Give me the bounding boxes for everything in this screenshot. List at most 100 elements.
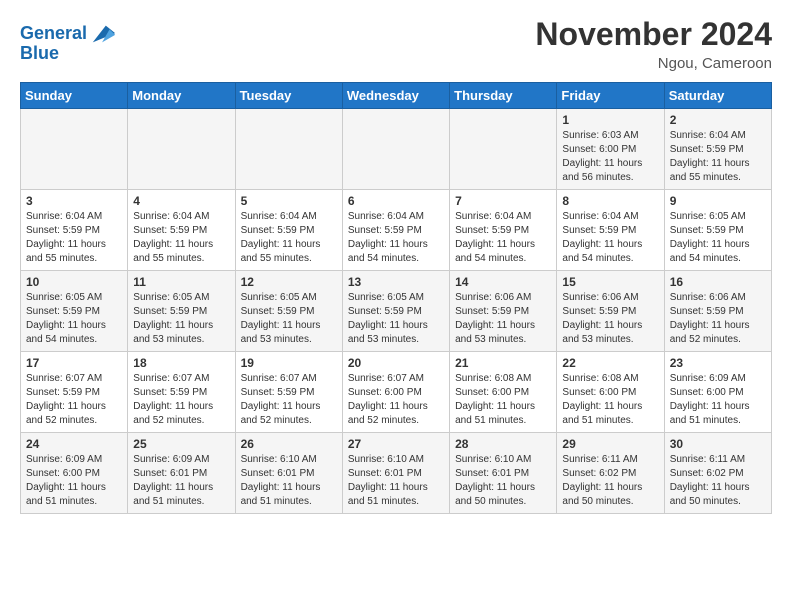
day-number: 23 <box>670 356 766 370</box>
calendar-cell: 13 Sunrise: 6:05 AM Sunset: 5:59 PM Dayli… <box>342 271 449 352</box>
day-number: 16 <box>670 275 766 289</box>
day-info: Sunrise: 6:05 AM Sunset: 5:59 PM Dayligh… <box>133 291 229 347</box>
day-number: 27 <box>348 437 444 451</box>
calendar-cell: 27 Sunrise: 6:10 AM Sunset: 6:01 PM Dayli… <box>342 433 449 514</box>
day-number: 1 <box>562 113 658 127</box>
day-info: Sunrise: 6:07 AM Sunset: 6:00 PM Dayligh… <box>348 372 444 428</box>
logo: General Blue <box>20 20 117 64</box>
day-info: Sunrise: 6:05 AM Sunset: 5:59 PM Dayligh… <box>241 291 337 347</box>
day-info: Sunrise: 6:11 AM Sunset: 6:02 PM Dayligh… <box>670 453 766 509</box>
day-info: Sunrise: 6:06 AM Sunset: 5:59 PM Dayligh… <box>670 291 766 347</box>
week-row-4: 17 Sunrise: 6:07 AM Sunset: 5:59 PM Dayli… <box>21 352 772 433</box>
day-number: 3 <box>26 194 122 208</box>
day-number: 9 <box>670 194 766 208</box>
day-info: Sunrise: 6:10 AM Sunset: 6:01 PM Dayligh… <box>348 453 444 509</box>
day-info: Sunrise: 6:09 AM Sunset: 6:00 PM Dayligh… <box>26 453 122 509</box>
month-title: November 2024 <box>535 16 772 53</box>
weekday-header-wednesday: Wednesday <box>342 83 449 109</box>
calendar-cell: 22 Sunrise: 6:08 AM Sunset: 6:00 PM Dayli… <box>557 352 664 433</box>
day-number: 12 <box>241 275 337 289</box>
calendar-table: SundayMondayTuesdayWednesdayThursdayFrid… <box>20 82 772 514</box>
day-number: 15 <box>562 275 658 289</box>
day-info: Sunrise: 6:04 AM Sunset: 5:59 PM Dayligh… <box>562 210 658 266</box>
day-info: Sunrise: 6:04 AM Sunset: 5:59 PM Dayligh… <box>670 129 766 185</box>
header: General Blue November 2024 Ngou, Cameroo… <box>20 16 772 72</box>
calendar-cell: 16 Sunrise: 6:06 AM Sunset: 5:59 PM Dayli… <box>664 271 771 352</box>
logo-text: General <box>20 24 87 44</box>
day-number: 28 <box>455 437 551 451</box>
day-info: Sunrise: 6:04 AM Sunset: 5:59 PM Dayligh… <box>241 210 337 266</box>
calendar-cell: 12 Sunrise: 6:05 AM Sunset: 5:59 PM Dayli… <box>235 271 342 352</box>
day-number: 21 <box>455 356 551 370</box>
weekday-header-row: SundayMondayTuesdayWednesdayThursdayFrid… <box>21 83 772 109</box>
day-number: 22 <box>562 356 658 370</box>
day-info: Sunrise: 6:03 AM Sunset: 6:00 PM Dayligh… <box>562 129 658 185</box>
calendar-cell <box>342 109 449 190</box>
calendar-cell: 4 Sunrise: 6:04 AM Sunset: 5:59 PM Daylig… <box>128 190 235 271</box>
calendar-cell: 2Sunrise: 6:04 AM Sunset: 5:59 PM Daylig… <box>664 109 771 190</box>
calendar-cell: 20 Sunrise: 6:07 AM Sunset: 6:00 PM Dayli… <box>342 352 449 433</box>
calendar-cell <box>450 109 557 190</box>
day-number: 26 <box>241 437 337 451</box>
day-info: Sunrise: 6:08 AM Sunset: 6:00 PM Dayligh… <box>562 372 658 428</box>
day-number: 13 <box>348 275 444 289</box>
calendar-cell: 24 Sunrise: 6:09 AM Sunset: 6:00 PM Dayli… <box>21 433 128 514</box>
day-number: 7 <box>455 194 551 208</box>
calendar-cell: 11 Sunrise: 6:05 AM Sunset: 5:59 PM Dayli… <box>128 271 235 352</box>
day-info: Sunrise: 6:05 AM Sunset: 5:59 PM Dayligh… <box>348 291 444 347</box>
day-number: 5 <box>241 194 337 208</box>
calendar-cell: 3 Sunrise: 6:04 AM Sunset: 5:59 PM Daylig… <box>21 190 128 271</box>
day-number: 30 <box>670 437 766 451</box>
calendar-cell: 15 Sunrise: 6:06 AM Sunset: 5:59 PM Dayli… <box>557 271 664 352</box>
calendar-cell <box>128 109 235 190</box>
calendar-cell: 8Sunrise: 6:04 AM Sunset: 5:59 PM Daylig… <box>557 190 664 271</box>
day-info: Sunrise: 6:11 AM Sunset: 6:02 PM Dayligh… <box>562 453 658 509</box>
day-info: Sunrise: 6:06 AM Sunset: 5:59 PM Dayligh… <box>455 291 551 347</box>
day-number: 11 <box>133 275 229 289</box>
day-info: Sunrise: 6:08 AM Sunset: 6:00 PM Dayligh… <box>455 372 551 428</box>
title-block: November 2024 Ngou, Cameroon <box>535 16 772 72</box>
day-number: 6 <box>348 194 444 208</box>
calendar-cell <box>235 109 342 190</box>
day-info: Sunrise: 6:04 AM Sunset: 5:59 PM Dayligh… <box>133 210 229 266</box>
day-info: Sunrise: 6:10 AM Sunset: 6:01 PM Dayligh… <box>455 453 551 509</box>
calendar-cell: 25 Sunrise: 6:09 AM Sunset: 6:01 PM Dayli… <box>128 433 235 514</box>
week-row-3: 10 Sunrise: 6:05 AM Sunset: 5:59 PM Dayli… <box>21 271 772 352</box>
weekday-header-thursday: Thursday <box>450 83 557 109</box>
calendar-cell: 14 Sunrise: 6:06 AM Sunset: 5:59 PM Dayli… <box>450 271 557 352</box>
day-number: 25 <box>133 437 229 451</box>
day-number: 20 <box>348 356 444 370</box>
day-number: 18 <box>133 356 229 370</box>
calendar-cell: 28 Sunrise: 6:10 AM Sunset: 6:01 PM Dayli… <box>450 433 557 514</box>
day-number: 14 <box>455 275 551 289</box>
location: Ngou, Cameroon <box>535 55 772 72</box>
day-number: 4 <box>133 194 229 208</box>
calendar-cell <box>21 109 128 190</box>
weekday-header-saturday: Saturday <box>664 83 771 109</box>
day-info: Sunrise: 6:05 AM Sunset: 5:59 PM Dayligh… <box>670 210 766 266</box>
day-number: 10 <box>26 275 122 289</box>
calendar-cell: 6Sunrise: 6:04 AM Sunset: 5:59 PM Daylig… <box>342 190 449 271</box>
logo-text-blue: Blue <box>20 44 59 64</box>
calendar-cell: 26 Sunrise: 6:10 AM Sunset: 6:01 PM Dayli… <box>235 433 342 514</box>
calendar-cell: 5 Sunrise: 6:04 AM Sunset: 5:59 PM Daylig… <box>235 190 342 271</box>
day-info: Sunrise: 6:04 AM Sunset: 5:59 PM Dayligh… <box>26 210 122 266</box>
day-info: Sunrise: 6:07 AM Sunset: 5:59 PM Dayligh… <box>26 372 122 428</box>
day-info: Sunrise: 6:06 AM Sunset: 5:59 PM Dayligh… <box>562 291 658 347</box>
week-row-5: 24 Sunrise: 6:09 AM Sunset: 6:00 PM Dayli… <box>21 433 772 514</box>
day-info: Sunrise: 6:05 AM Sunset: 5:59 PM Dayligh… <box>26 291 122 347</box>
day-info: Sunrise: 6:09 AM Sunset: 6:00 PM Dayligh… <box>670 372 766 428</box>
calendar-cell: 21 Sunrise: 6:08 AM Sunset: 6:00 PM Dayli… <box>450 352 557 433</box>
day-number: 17 <box>26 356 122 370</box>
calendar-cell: 1 Sunrise: 6:03 AM Sunset: 6:00 PM Daylig… <box>557 109 664 190</box>
calendar-cell: 17 Sunrise: 6:07 AM Sunset: 5:59 PM Dayli… <box>21 352 128 433</box>
day-number: 24 <box>26 437 122 451</box>
day-info: Sunrise: 6:10 AM Sunset: 6:01 PM Dayligh… <box>241 453 337 509</box>
weekday-header-sunday: Sunday <box>21 83 128 109</box>
day-info: Sunrise: 6:09 AM Sunset: 6:01 PM Dayligh… <box>133 453 229 509</box>
day-info: Sunrise: 6:04 AM Sunset: 5:59 PM Dayligh… <box>455 210 551 266</box>
week-row-2: 3 Sunrise: 6:04 AM Sunset: 5:59 PM Daylig… <box>21 190 772 271</box>
calendar-page: General Blue November 2024 Ngou, Cameroo… <box>0 0 792 534</box>
calendar-cell: 30 Sunrise: 6:11 AM Sunset: 6:02 PM Dayli… <box>664 433 771 514</box>
calendar-cell: 29Sunrise: 6:11 AM Sunset: 6:02 PM Dayli… <box>557 433 664 514</box>
